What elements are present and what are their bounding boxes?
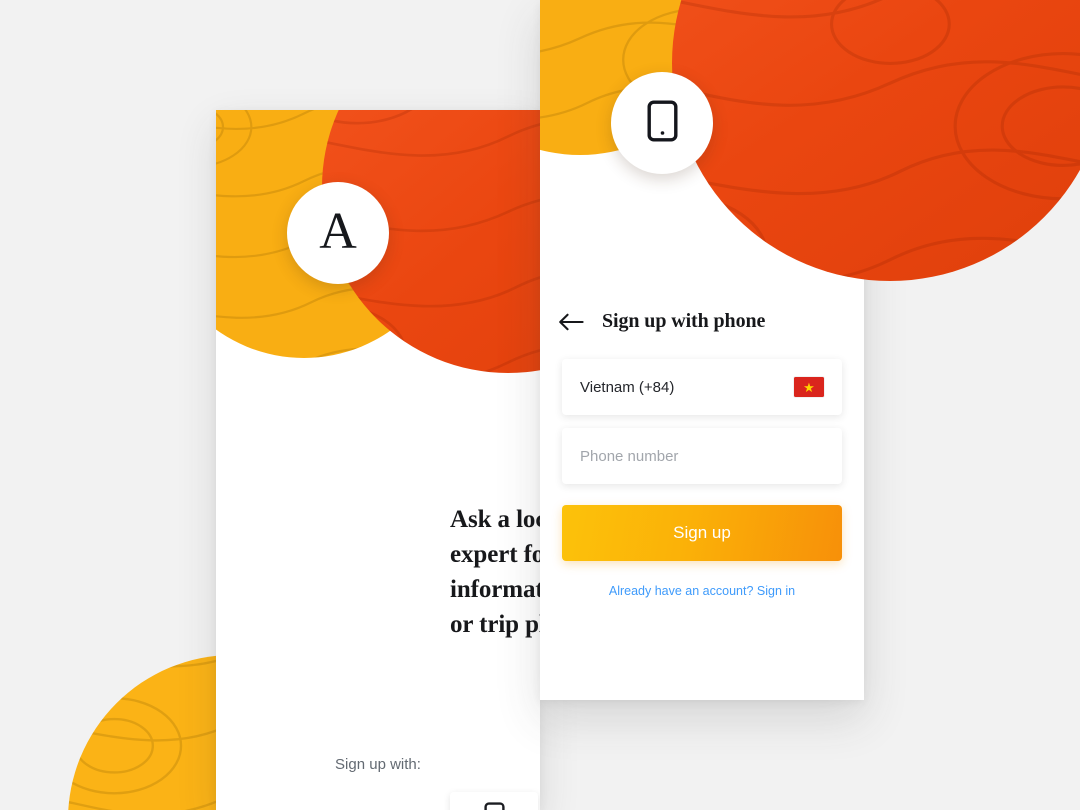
sign-up-button[interactable]: Sign up bbox=[562, 505, 842, 561]
brand-avatar-badge: A bbox=[287, 182, 389, 284]
page-header: Sign up with phone bbox=[558, 310, 765, 333]
phone-avatar-badge bbox=[611, 72, 713, 174]
flag-star: ★ bbox=[803, 379, 815, 395]
screenshot-stage: Ask a local expert for travel informatio… bbox=[0, 0, 1080, 810]
country-value: Vietnam (+84) bbox=[580, 378, 675, 396]
headline: Ask a local expert for travel informatio… bbox=[450, 502, 540, 642]
signin-link[interactable]: Already have an account? Sign in bbox=[562, 584, 842, 598]
country-select[interactable]: Vietnam (+84) ★ bbox=[562, 359, 842, 415]
phone-number-placeholder: Phone number bbox=[580, 447, 679, 465]
page-title: Sign up with phone bbox=[602, 310, 766, 332]
brand-letter-a-icon: A bbox=[319, 202, 357, 260]
signup-phone-button[interactable]: Phone bbox=[450, 792, 538, 810]
headline-line: expert for travel bbox=[450, 541, 540, 568]
flag-vietnam-icon: ★ bbox=[794, 377, 824, 397]
arrow-left-icon[interactable] bbox=[558, 311, 584, 333]
phone-icon bbox=[647, 100, 678, 147]
phone-number-input[interactable]: Phone number bbox=[562, 428, 842, 484]
headline-line: Ask a local bbox=[450, 506, 540, 533]
signup-with-label: Sign up with: bbox=[335, 756, 421, 773]
headline-line: information bbox=[450, 576, 540, 603]
social-signup-row: Phone Email f Facebook bbox=[450, 792, 540, 810]
phone-icon bbox=[483, 802, 505, 810]
headline-line: or trip planning. bbox=[450, 611, 540, 638]
